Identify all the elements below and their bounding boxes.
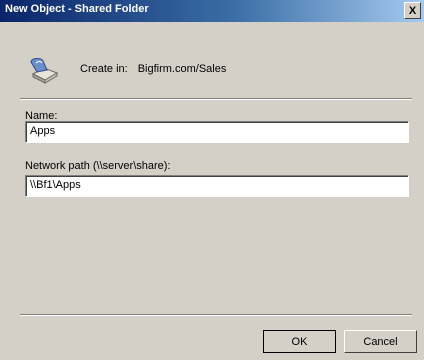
divider-bottom [20,314,412,316]
name-input[interactable]: Apps [25,121,409,143]
shared-folder-icon [30,58,59,84]
window-title: New Object - Shared Folder [5,3,149,15]
network-path-label: Network path (\\server\share): [25,160,171,172]
create-in-value: Bigfirm.com/Sales [137,63,227,75]
network-path-input[interactable]: \\Bf1\Apps [25,175,409,197]
new-object-dialog: New Object - Shared Folder X Create in: B… [0,0,424,360]
create-in-row: Create in: Bigfirm.com/Sales [80,63,226,75]
close-icon: X [408,4,417,17]
ok-button[interactable]: OK [263,330,336,353]
cancel-button[interactable]: Cancel [344,330,417,353]
title-bar[interactable]: New Object - Shared Folder X [0,0,424,22]
close-button[interactable]: X [404,2,421,19]
divider-top [20,98,412,100]
create-in-label: Create in: [80,63,128,75]
